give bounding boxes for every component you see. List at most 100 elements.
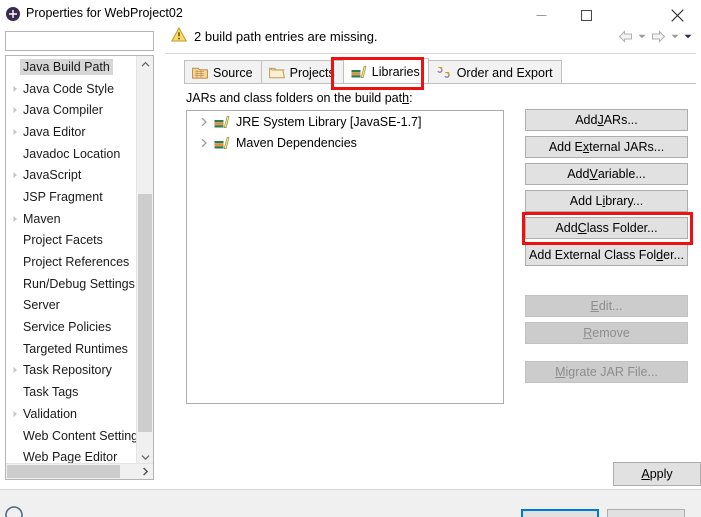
add-class-folder-button[interactable]: Add Class Folder... (525, 217, 688, 239)
sidebar-item-task-tags[interactable]: Task Tags (6, 381, 137, 403)
edit-button: Edit... (525, 295, 688, 317)
button-label-mnemonic: M (555, 365, 566, 379)
content-pane: 2 build path entries are missing. Source… (165, 23, 696, 480)
sidebar-item-task-repository[interactable]: Task Repository (6, 360, 137, 382)
sidebar-item-java-build-path[interactable]: Java Build Path (6, 56, 137, 78)
button-group-gap (525, 271, 688, 295)
button-label-mnemonic: C (577, 221, 587, 235)
library-icon (214, 136, 230, 150)
libraries-list[interactable]: JRE System Library [JavaSE-1.7] Maven Dep… (186, 110, 504, 404)
sidebar-horizontal-scrollbar[interactable] (6, 463, 153, 479)
sidebar-item-label: Web Content Settings (23, 428, 145, 443)
back-arrow-icon[interactable] (615, 26, 635, 46)
button-label-pre: Add (555, 221, 578, 235)
expand-triangle-icon[interactable] (8, 215, 22, 223)
button-label-mnemonic: R (583, 326, 593, 340)
sidebar-item-run-debug-settings[interactable]: Run/Debug Settings (6, 273, 137, 295)
order-export-icon (436, 66, 452, 79)
button-label-pre: Add (567, 167, 590, 181)
button-label-post: ternal JARs... (589, 140, 665, 154)
sidebar-item-service-policies[interactable]: Service Policies (6, 316, 137, 338)
scroll-up-icon[interactable] (137, 56, 153, 72)
sidebar-item-targeted-runtimes[interactable]: Targeted Runtimes (6, 338, 137, 360)
sidebar-item-validation[interactable]: Validation (6, 403, 137, 425)
sidebar-item-label: JSP Fragment (23, 189, 103, 204)
expand-triangle-icon[interactable] (8, 171, 22, 179)
sidebar-item-server[interactable]: Server (6, 295, 137, 317)
expand-triangle-icon[interactable] (8, 366, 22, 374)
tab-label: Projects (289, 65, 335, 80)
tab-libraries[interactable]: Libraries (342, 58, 429, 84)
sidebar-item-project-facets[interactable]: Project Facets (6, 230, 137, 252)
sidebar-vertical-scrollbar[interactable] (136, 56, 153, 465)
chevron-right-icon[interactable] (196, 117, 212, 127)
tab-bar: Source Projects Libraries Order and Export (184, 58, 562, 84)
button-group-gap (525, 349, 688, 361)
overflow-chevron-down-icon[interactable] (681, 26, 694, 46)
library-entry-label: JRE System Library [JavaSE-1.7] (236, 114, 422, 129)
eclipse-properties-icon (5, 6, 21, 22)
libraries-icon (351, 65, 367, 79)
sidebar-item-label: Java Editor (23, 124, 86, 139)
sidebar-item-java-editor[interactable]: Java Editor (6, 121, 137, 143)
sidebar-item-maven[interactable]: Maven (6, 208, 137, 230)
forward-menu-chevron-down-icon[interactable] (668, 26, 681, 46)
cancel-button[interactable] (607, 509, 685, 517)
navigation-buttons (615, 26, 694, 46)
filter-input[interactable] (5, 31, 154, 51)
sidebar-item-java-code-style[interactable]: Java Code Style (6, 78, 137, 100)
ok-button[interactable] (521, 509, 599, 517)
sidebar-item-label: Java Compiler (23, 103, 103, 118)
projects-icon (268, 66, 285, 79)
add-jars-button[interactable]: Add J ARs... (525, 109, 688, 131)
button-label-mnemonic: V (589, 167, 598, 181)
expand-triangle-icon[interactable] (8, 106, 22, 114)
library-entry-row[interactable]: JRE System Library [JavaSE-1.7] (187, 111, 503, 132)
sidebar-item-label: Javadoc Location (23, 146, 121, 161)
button-label-mnemonic: d (656, 248, 664, 262)
add-library-button[interactable]: Add Li brary... (525, 190, 688, 212)
sidebar-hscroll-thumb[interactable] (7, 465, 120, 478)
apply-button[interactable]: Apply (613, 462, 701, 486)
back-menu-chevron-down-icon[interactable] (635, 26, 648, 46)
sidebar-item-label: Task Repository (23, 363, 112, 378)
tab-projects[interactable]: Projects (260, 60, 344, 84)
add-variable-button[interactable]: Add Variable... (525, 163, 688, 185)
sidebar-scroll-thumb[interactable] (138, 194, 152, 432)
help-icon[interactable] (5, 504, 23, 517)
sidebar-item-javadoc-location[interactable]: Javadoc Location (6, 143, 137, 165)
expand-triangle-icon[interactable] (8, 128, 22, 136)
tab-source[interactable]: Source (184, 60, 262, 84)
panel-label-before: JARs and class folders on the build pat (186, 91, 403, 105)
sidebar-item-javascript[interactable]: JavaScript (6, 164, 137, 186)
expand-triangle-icon[interactable] (8, 410, 22, 418)
panel-label: JARs and class folders on the build path… (186, 91, 413, 105)
sidebar-item-label: Java Build Path (20, 58, 113, 75)
sidebar-item-jsp-fragment[interactable]: JSP Fragment (6, 186, 137, 208)
forward-arrow-icon[interactable] (648, 26, 668, 46)
sidebar-item-label: Server (23, 298, 60, 313)
tab-order-and-export[interactable]: Order and Export (427, 60, 562, 84)
library-entry-row[interactable]: Maven Dependencies (187, 132, 503, 153)
chevron-right-icon[interactable] (196, 138, 212, 148)
settings-tree[interactable]: Java Build Path Java Code Style Java Compi… (5, 55, 154, 480)
expand-triangle-icon[interactable] (8, 85, 22, 93)
source-folder-icon (192, 66, 208, 79)
window-title: Properties for WebProject02 (26, 6, 183, 20)
sidebar-item-project-references[interactable]: Project References (6, 251, 137, 273)
sidebar-item-label: Task Tags (23, 385, 79, 400)
properties-dialog: Properties for WebProject02 Java Build P… (0, 0, 701, 517)
button-label-post: emove (592, 326, 630, 340)
sidebar-item-web-content-settings[interactable]: Web Content Settings (6, 425, 144, 447)
add-external-class-folder-button[interactable]: Add External Class Fol d er... (525, 244, 688, 266)
sidebar-item-label: Project References (23, 255, 130, 270)
button-label-post: lass Folder... (586, 221, 658, 235)
add-external-jars-button[interactable]: Add Ex ternal JARs... (525, 136, 688, 158)
scroll-right-icon[interactable] (137, 464, 153, 479)
sidebar-item-label: Project Facets (23, 233, 103, 248)
sidebar-item-java-compiler[interactable]: Java Compiler (6, 99, 137, 121)
button-label-post: er... (663, 248, 684, 262)
sidebar-item-label: Run/Debug Settings (23, 276, 135, 291)
tab-underline (184, 83, 696, 84)
sidebar-item-label: Targeted Runtimes (23, 341, 128, 356)
